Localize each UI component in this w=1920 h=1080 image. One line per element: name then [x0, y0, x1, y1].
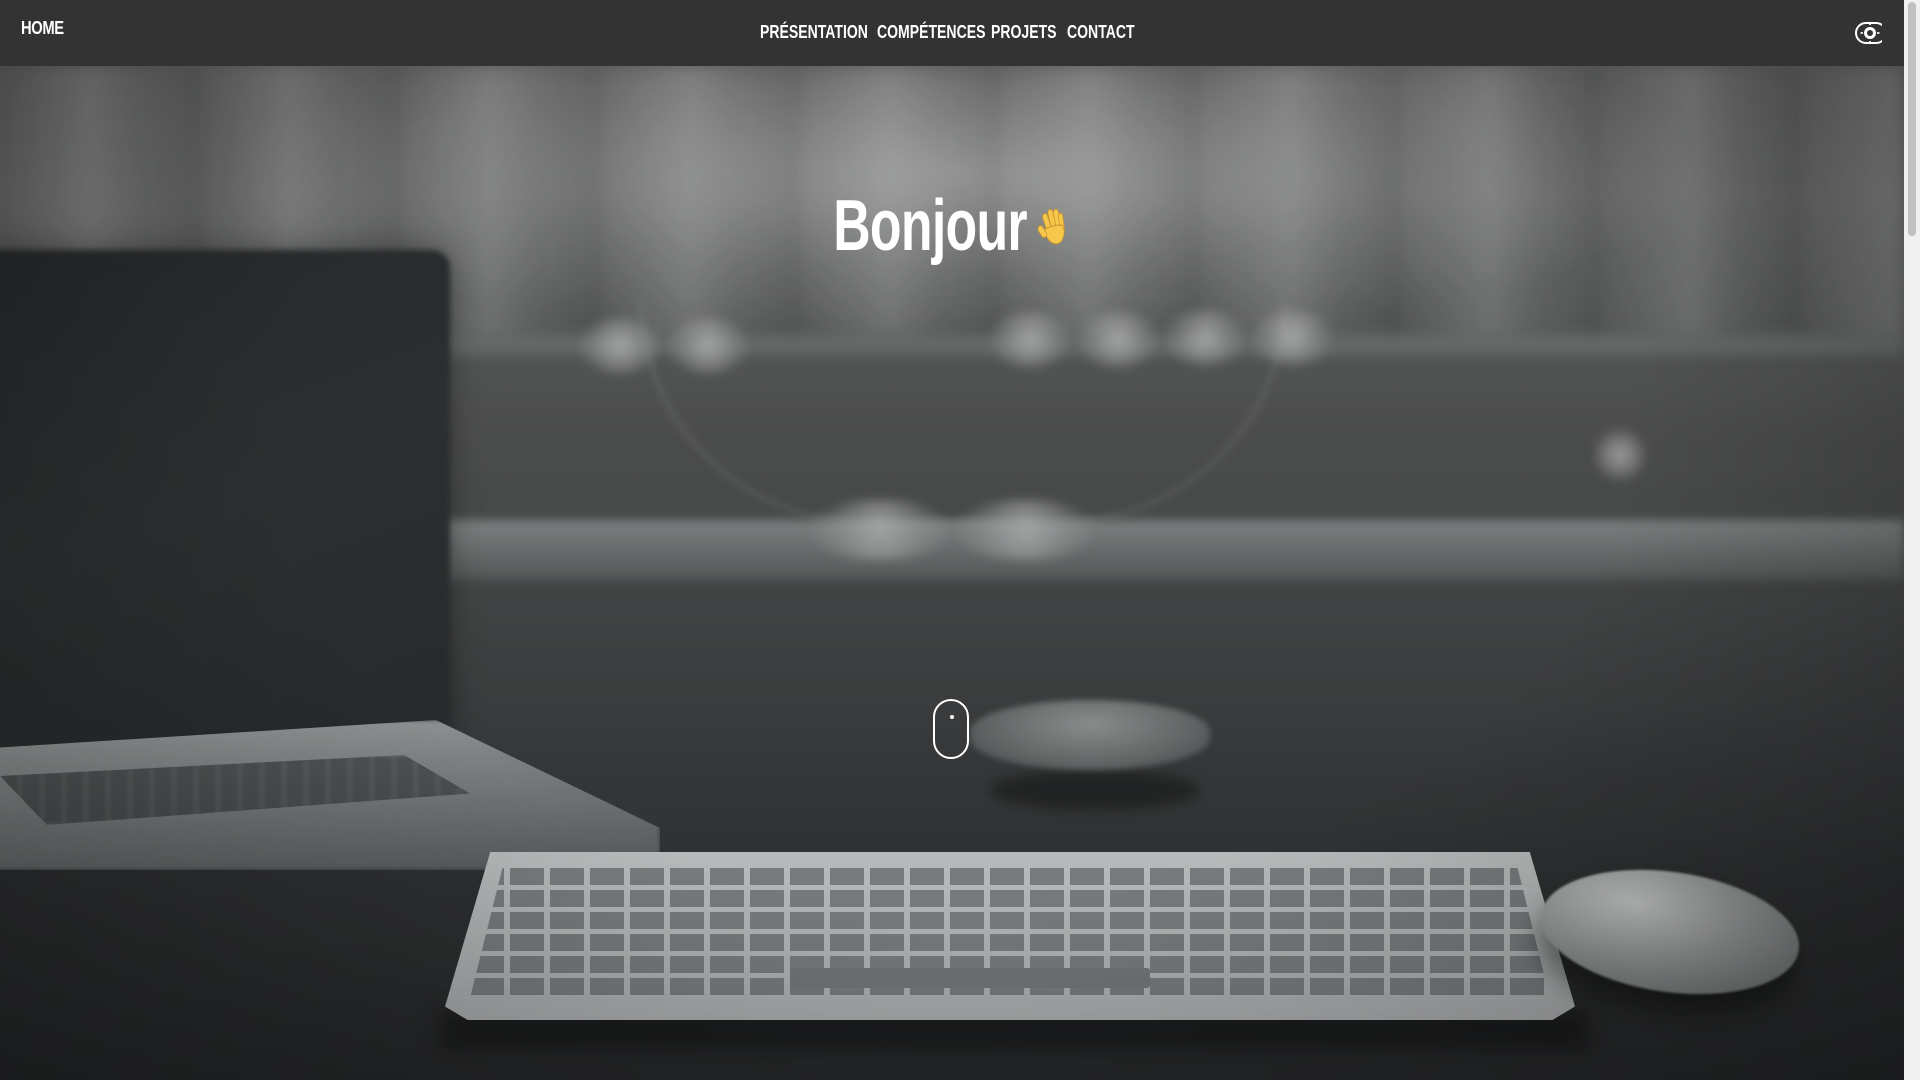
- hero-heading: Bonjour: [0, 185, 1904, 267]
- theme-toggle-icon: [1854, 22, 1887, 44]
- nav-item-competences: COMPÉTENCES: [877, 22, 991, 43]
- nav-link-competences[interactable]: COMPÉTENCES: [877, 22, 985, 43]
- theme-toggle-button[interactable]: [1852, 20, 1887, 46]
- nav-link-presentation[interactable]: PRÉSENTATION: [760, 22, 868, 43]
- hero-background-image: [0, 0, 1904, 1080]
- page-scrollbar[interactable]: [1904, 0, 1920, 1080]
- vignette: [0, 0, 1904, 1080]
- scrollbar-thumb[interactable]: [1908, 2, 1916, 236]
- nav-link-contact[interactable]: CONTACT: [1067, 22, 1135, 43]
- nav-links: PRÉSENTATION COMPÉTENCES PROJETS CONTACT: [760, 22, 1137, 43]
- waving-hand-icon: [1037, 208, 1065, 245]
- nav-link-projets[interactable]: PROJETS: [991, 22, 1057, 43]
- hero-heading-inner: Bonjour: [833, 185, 1071, 267]
- hero-title-text: Bonjour: [833, 186, 1027, 266]
- nav-home-link[interactable]: HOME: [21, 18, 64, 39]
- nav-item-projets: PROJETS: [991, 22, 1067, 43]
- scroll-wheel-dot: [950, 715, 954, 719]
- navbar: HOME PRÉSENTATION COMPÉTENCES PROJETS CO…: [0, 0, 1904, 66]
- nav-item-contact: CONTACT: [1067, 22, 1137, 43]
- nav-item-presentation: PRÉSENTATION: [760, 22, 877, 43]
- page: HOME PRÉSENTATION COMPÉTENCES PROJETS CO…: [0, 0, 1920, 1080]
- mouse-scroll-icon[interactable]: [933, 699, 969, 759]
